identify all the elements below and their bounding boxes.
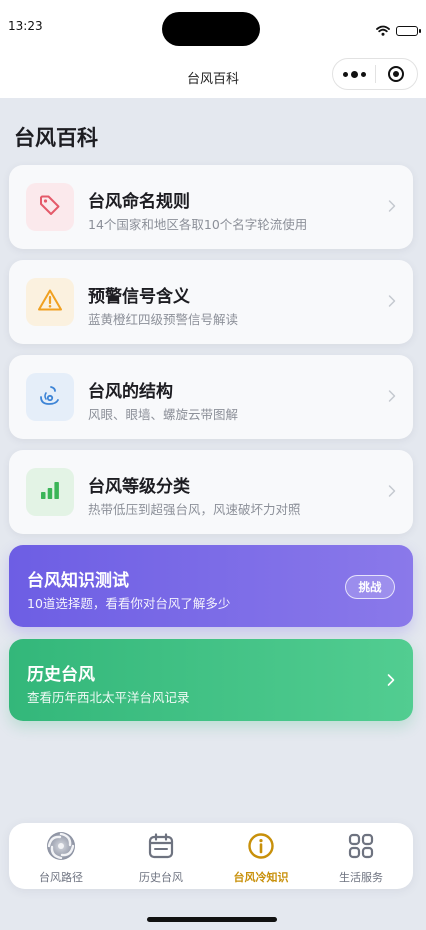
card-title: 台风等级分类	[88, 477, 190, 497]
chevron-right-icon	[387, 672, 395, 691]
tab-label: 历史台风	[139, 871, 183, 884]
card-typhoon-structure[interactable]: 台风的结构 风眼、眼墙、螺旋云带图解	[9, 355, 413, 439]
card-icon-box	[26, 278, 74, 326]
tag-icon	[38, 193, 62, 221]
tab-label: 台风路径	[39, 871, 83, 884]
chevron-right-icon	[388, 293, 396, 312]
wifi-icon	[376, 21, 390, 40]
bottom-tab-bar: 台风路径 历史台风 台风冷知识 生活服务	[9, 823, 413, 889]
calendar-icon	[147, 832, 175, 864]
battery-icon	[396, 25, 421, 36]
close-mini-program-button[interactable]	[376, 66, 417, 82]
card-typhoon-levels[interactable]: 台风等级分类 热带低压到超强台风，风速破坏力对照	[9, 450, 413, 534]
chevron-right-icon	[388, 483, 396, 502]
page-title: 台风百科	[14, 126, 98, 150]
card-icon-box	[26, 183, 74, 231]
tab-life-services[interactable]: 生活服务	[311, 833, 411, 885]
info-icon	[247, 832, 275, 864]
card-icon-box	[26, 468, 74, 516]
quiz-title: 台风知识测试	[27, 571, 129, 591]
history-description: 查看历年西北太平洋台风记录	[27, 690, 190, 705]
status-time: 13:23	[8, 19, 43, 33]
typhoon-swirl-icon	[46, 831, 76, 865]
chevron-right-icon	[388, 198, 396, 217]
quiz-description: 10道选择题，看看你对台风了解多少	[27, 596, 231, 611]
challenge-button[interactable]: 挑战	[345, 575, 395, 599]
card-title: 台风的结构	[88, 382, 173, 402]
tab-label: 生活服务	[339, 871, 383, 884]
tab-typhoon-path[interactable]: 台风路径	[11, 831, 111, 885]
card-warning-signals[interactable]: 预警信号含义 蓝黄橙红四级预警信号解读	[9, 260, 413, 344]
navigation-bar: 台风百科	[0, 52, 426, 98]
card-title: 台风命名规则	[88, 192, 190, 212]
history-typhoon-banner[interactable]: 历史台风 查看历年西北太平洋台风记录	[9, 639, 413, 721]
card-icon-box	[26, 373, 74, 421]
home-indicator[interactable]	[147, 917, 277, 922]
card-description: 蓝黄橙红四级预警信号解读	[88, 312, 239, 327]
camera-notch	[162, 12, 260, 46]
cyclone-icon	[37, 382, 63, 412]
mini-program-capsule	[332, 58, 418, 90]
tab-history-typhoon[interactable]: 历史台风	[111, 833, 211, 885]
target-icon	[388, 66, 405, 82]
tab-label: 台风冷知识	[233, 871, 289, 884]
card-description: 14个国家和地区各取10个名字轮流使用	[88, 217, 308, 232]
grid-icon	[347, 832, 375, 864]
tab-typhoon-trivia[interactable]: 台风冷知识	[211, 833, 311, 885]
quiz-banner[interactable]: 台风知识测试 10道选择题，看看你对台风了解多少 挑战	[9, 545, 413, 627]
card-naming-rules[interactable]: 台风命名规则 14个国家和地区各取10个名字轮流使用	[9, 165, 413, 249]
level-bars-icon	[39, 479, 61, 505]
more-options-button[interactable]	[333, 70, 375, 78]
card-title: 预警信号含义	[88, 287, 190, 307]
system-icons	[376, 21, 421, 40]
warning-icon	[37, 288, 63, 316]
card-description: 热带低压到超强台风，风速破坏力对照	[88, 502, 301, 517]
status-bar: 13:23	[0, 0, 426, 52]
card-description: 风眼、眼墙、螺旋云带图解	[88, 407, 239, 422]
chevron-right-icon	[388, 388, 396, 407]
history-title: 历史台风	[27, 665, 95, 685]
